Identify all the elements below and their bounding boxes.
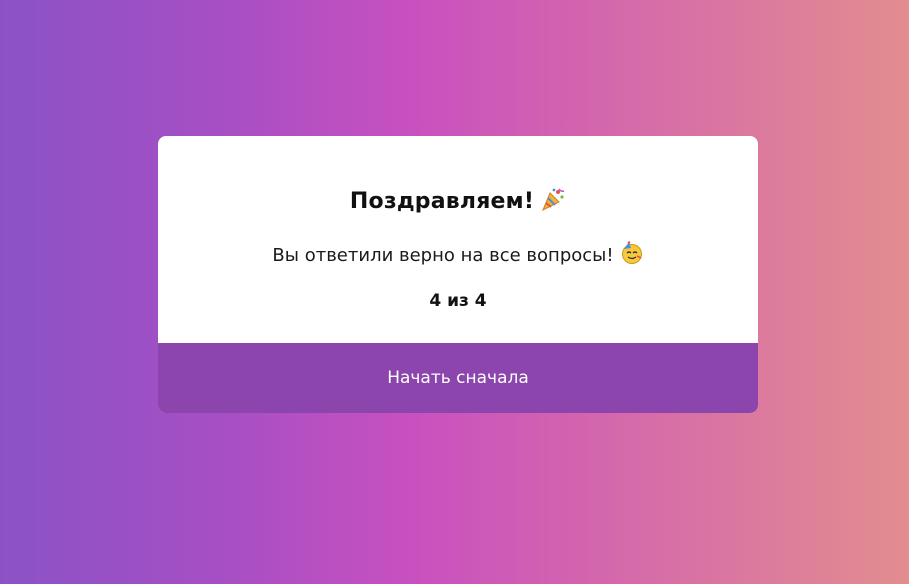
- party-popper-icon: [540, 186, 566, 221]
- result-title: Поздравляем!: [349, 189, 535, 214]
- restart-button[interactable]: Начать сначала: [158, 343, 758, 413]
- result-card: Поздравляем! Вы ответили верно на все во…: [158, 136, 758, 413]
- result-card-body: Поздравляем! Вы ответили верно на все во…: [158, 136, 758, 343]
- result-message: Вы ответили верно на все вопросы!: [272, 245, 614, 266]
- face-with-party-hat-icon: [620, 241, 644, 273]
- result-message-row: Вы ответили верно на все вопросы!: [158, 241, 758, 273]
- score-value: 4 из 4: [429, 291, 487, 311]
- result-title-row: Поздравляем!: [158, 186, 758, 221]
